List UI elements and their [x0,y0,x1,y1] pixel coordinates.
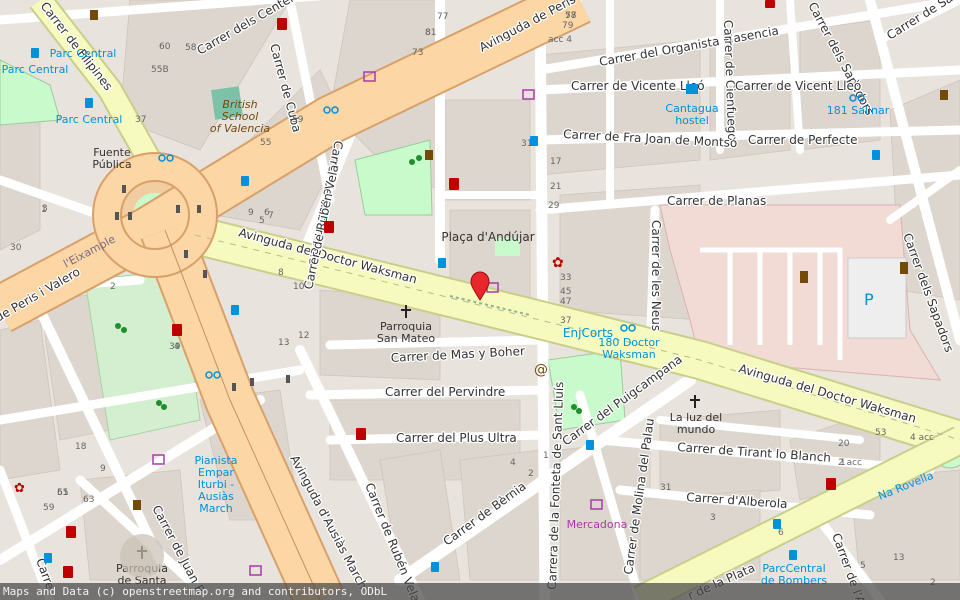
paw-icon-2: ✿ [14,481,25,496]
house-number: 37 [135,115,146,125]
poi-san-mateo-2: San Mateo [377,332,436,345]
house-number: 5 [860,561,866,571]
label-vicente-lleo-2: Carrer de Vicent Lleó [735,79,861,93]
house-number: 31 [660,483,671,493]
house-number: 33 [560,273,571,283]
house-number: 47 [560,297,571,307]
house-number: 55B [151,65,169,75]
house-number: 7 [268,211,274,221]
house-number: acc 4 [548,35,572,45]
house-number: 4 [174,342,180,352]
house-number: 57 [565,11,576,21]
house-number: 4 acc [910,433,934,443]
house-number: 9 [248,208,254,218]
label-planas: Carrer de Planas [667,194,766,208]
house-number: 3 [42,204,48,214]
label-vicente-lleo-1: Carrer de Vicente Lleó [571,79,705,93]
house-number: 8 [425,28,431,38]
house-number: 55 [260,138,271,148]
house-number: 29 [548,201,560,211]
poi-la-luz-2: mundo [677,423,716,436]
house-number: 18 [75,442,87,452]
street-map[interactable]: P Avinguda del Doctor Waksman Avinguda d… [0,0,960,600]
house-number: 21 [550,182,561,192]
poi-parc-central-3: Parc Central [56,113,123,126]
poi-salinar: 181 Salinar [827,104,890,117]
house-number: 1 [543,451,549,461]
house-number: 63 [83,495,94,505]
house-number: 8 [278,268,284,278]
house-number: 9 [100,464,106,474]
house-number: 5 [259,216,265,226]
church-building [120,534,164,578]
poi-british-3: of Valencia [210,122,271,135]
poi-mercadona: Mercadona [567,518,628,531]
map-attribution: Maps and Data (c) openstreetmap.org and … [0,583,960,600]
house-number: 12 [298,331,309,341]
house-number: 20 [838,439,850,449]
house-number: 3 [710,513,716,523]
house-number: 2 [528,469,534,479]
paw-icon: ✿ [552,255,564,271]
label-les-neus: Carrer de les Neus [649,220,663,331]
house-number: 60 [159,42,171,52]
label-plus-ultra: Carrer del Plus Ultra [396,431,517,445]
house-number: 61 [57,488,68,498]
poi-fuente-2: Pública [92,158,131,171]
house-number: 79 [562,21,574,31]
house-number: 13 [278,338,289,348]
house-number: 30 [10,243,22,253]
label-pervindre: Carrer del Pervindre [385,385,505,399]
poi-placa-andujar: Plaça d'Andújar [441,230,534,244]
hostel-icon [686,84,698,94]
parking-area [847,257,907,339]
poi-doctor-waksman-stop-2: Waksman [602,348,655,361]
house-number: 10 [293,282,305,292]
house-number: 45 [560,287,571,297]
internet-icon: @ [534,362,548,378]
house-number: 77 [437,12,448,22]
label-perfecte: Carrer de Perfecte [748,133,858,147]
poi-pianista-5: March [199,502,233,515]
house-number: 59 [43,503,55,513]
house-number: 17 [550,157,561,167]
house-number: 4 [510,458,516,468]
house-number: 2 acc [838,458,862,468]
house-number: 53 [875,428,886,438]
house-number: 58 [185,43,197,53]
house-number: 73 [412,48,423,58]
house-number: 6 [778,528,784,538]
house-number: 59 [292,115,304,125]
house-number: 13 [893,553,904,563]
house-number: 2 [110,282,116,292]
parking-icon: P [864,290,874,309]
poi-cantagua-2: hostel [675,114,709,127]
poi-parc-central-1: Parc Central [50,47,117,60]
house-number: 37 [560,316,571,326]
poi-parc-central-2: Parc Central [2,63,69,76]
